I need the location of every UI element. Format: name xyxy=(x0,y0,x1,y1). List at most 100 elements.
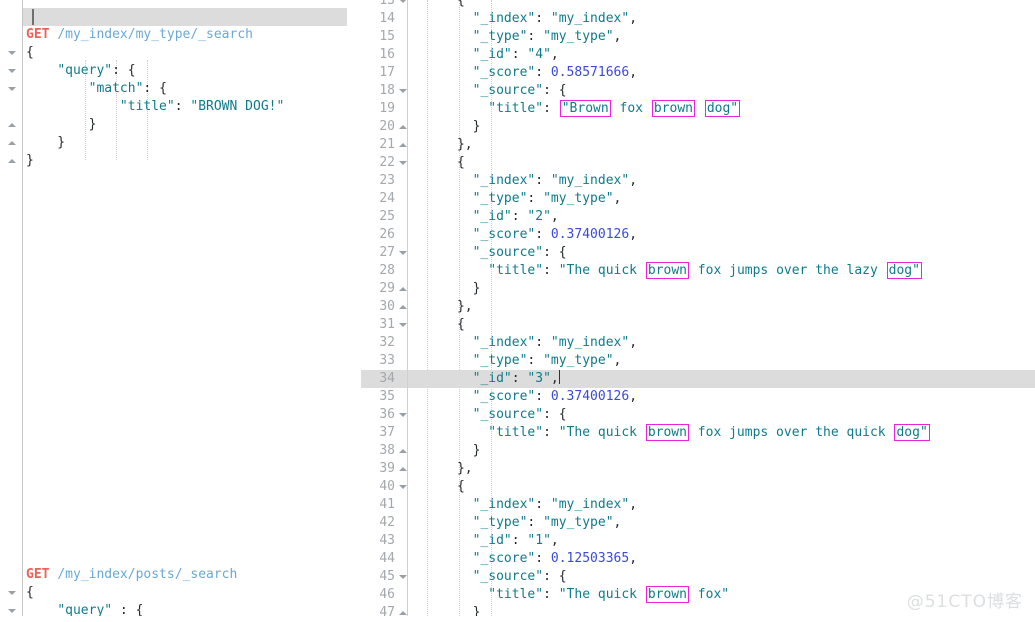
response-code-line[interactable]: { xyxy=(408,154,1035,172)
response-code-line[interactable]: "_type": "my_type", xyxy=(408,28,1035,46)
response-code-line[interactable]: "_score": 0.58571666, xyxy=(408,64,1035,82)
response-code-line[interactable]: "_id": "1", xyxy=(408,532,1035,550)
response-code-line[interactable]: "title": "The quick brown fox jumps over… xyxy=(408,262,1035,280)
fold-expand-icon[interactable] xyxy=(399,125,407,129)
code-token: : xyxy=(527,29,544,44)
request-fold-gutter[interactable] xyxy=(0,0,22,616)
code-token: , xyxy=(550,209,559,224)
request-code-area[interactable]: GET /my_index/my_type/_search{ "query": … xyxy=(23,0,347,616)
fold-expand-icon[interactable] xyxy=(399,467,407,471)
code-token: "_score" xyxy=(472,227,536,242)
fold-collapse-icon[interactable] xyxy=(399,323,407,327)
fold-collapse-icon[interactable] xyxy=(8,87,16,91)
response-code-line[interactable]: } xyxy=(408,118,1035,136)
request-code-line[interactable]: } xyxy=(23,152,347,170)
response-code-line[interactable]: }, xyxy=(408,298,1035,316)
code-token: /my_index/my_type/_search xyxy=(57,27,253,42)
response-line-number-gutter[interactable]: 13 14 15 16 17 18 19 20 21 22 23 24 25 26 27 28 29 30 31 32… xyxy=(361,0,407,620)
request-code-line[interactable]: } xyxy=(23,116,347,134)
response-code-line[interactable]: "_index": "my_index", xyxy=(408,334,1035,352)
response-code-line[interactable]: { xyxy=(408,478,1035,496)
fold-collapse-icon[interactable] xyxy=(399,485,407,489)
code-token: : xyxy=(527,515,544,530)
response-code-line[interactable]: "_source": { xyxy=(408,406,1035,424)
code-token: }, xyxy=(410,299,473,314)
response-code-line[interactable]: { xyxy=(408,316,1035,334)
request-code-line[interactable]: "query": { xyxy=(23,62,347,80)
request-code-line[interactable]: "query" : { xyxy=(23,602,347,616)
response-code-line[interactable]: "_score": 0.12503365, xyxy=(408,550,1035,568)
fold-collapse-icon[interactable] xyxy=(8,609,16,613)
response-code-line[interactable]: { xyxy=(408,0,1035,10)
fold-collapse-icon[interactable] xyxy=(8,69,16,73)
response-code-line[interactable]: "_type": "my_type", xyxy=(408,514,1035,532)
request-code-line[interactable]: "match": { xyxy=(23,80,347,98)
fold-expand-icon[interactable] xyxy=(399,305,407,309)
fold-expand-icon[interactable] xyxy=(399,287,407,291)
code-token: : xyxy=(535,389,551,404)
response-viewer[interactable]: 13 14 15 16 17 18 19 20 21 22 23 24 25 26 27 28 29 30 31 32… xyxy=(361,0,1035,620)
code-token: "title" xyxy=(488,587,544,602)
response-code-line[interactable]: "_index": "my_index", xyxy=(408,172,1035,190)
response-code-line[interactable]: "_id": "3", xyxy=(408,370,1035,388)
response-code-line[interactable]: "title": "The quick brown fox jumps over… xyxy=(408,424,1035,442)
fold-expand-icon[interactable] xyxy=(399,143,407,147)
fold-collapse-icon[interactable] xyxy=(8,591,16,595)
response-code-line[interactable]: "_index": "my_index", xyxy=(408,10,1035,28)
response-code-area[interactable]: { "_index": "my_index", "_type": "my_typ… xyxy=(408,0,1035,616)
fold-expand-icon[interactable] xyxy=(8,123,16,127)
line-number: 46 xyxy=(379,587,395,602)
fold-expand-icon[interactable] xyxy=(8,141,16,145)
line-number: 44 xyxy=(379,551,395,566)
code-token: "_score" xyxy=(472,65,536,80)
request-code-line[interactable]: "title": "BROWN DOG!" xyxy=(23,98,347,116)
fold-collapse-icon[interactable] xyxy=(399,161,407,165)
code-token: } xyxy=(26,135,66,150)
fold-collapse-icon[interactable] xyxy=(399,251,407,255)
code-token: : xyxy=(543,425,559,440)
response-code-line[interactable]: } xyxy=(408,280,1035,298)
response-code-line[interactable]: "_source": { xyxy=(408,82,1035,100)
code-token: GET xyxy=(26,567,58,582)
request-code-line[interactable]: GET /my_index/posts/_search xyxy=(23,566,347,584)
code-token: } xyxy=(410,605,481,616)
code-token: } xyxy=(410,281,481,296)
code-token: "query" xyxy=(57,603,113,616)
code-token: , xyxy=(550,371,559,386)
response-code-line[interactable]: "_type": "my_type", xyxy=(408,190,1035,208)
code-token: , xyxy=(629,227,638,242)
response-code-line[interactable]: "_index": "my_index", xyxy=(408,496,1035,514)
fold-collapse-icon[interactable] xyxy=(399,413,407,417)
fold-collapse-icon[interactable] xyxy=(399,89,407,93)
response-code-line[interactable]: }, xyxy=(408,136,1035,154)
fold-expand-icon[interactable] xyxy=(399,611,407,615)
request-code-line[interactable]: GET /my_index/my_type/_search xyxy=(23,26,347,44)
request-code-line[interactable] xyxy=(23,8,347,26)
response-code-line[interactable]: }, xyxy=(408,460,1035,478)
response-code-line[interactable]: "_score": 0.37400126, xyxy=(408,388,1035,406)
response-code-line[interactable]: "title": "Brown fox brown dog" xyxy=(408,100,1035,118)
code-token: /my_index/posts/_search xyxy=(57,567,238,582)
line-number: 20 xyxy=(379,119,395,134)
response-code-line[interactable]: "_id": "2", xyxy=(408,208,1035,226)
response-code-line[interactable]: "_score": 0.37400126, xyxy=(408,226,1035,244)
response-code-line[interactable]: "_source": { xyxy=(408,244,1035,262)
fold-expand-icon[interactable] xyxy=(8,159,16,163)
request-editor[interactable]: GET /my_index/my_type/_search{ "query": … xyxy=(0,0,361,616)
response-code-line[interactable]: "_id": "4", xyxy=(408,46,1035,64)
request-code-line[interactable]: { xyxy=(23,44,347,62)
fold-expand-icon[interactable] xyxy=(399,449,407,453)
response-code-line[interactable]: "_type": "my_type", xyxy=(408,352,1035,370)
fold-collapse-icon[interactable] xyxy=(8,51,16,55)
response-code-line[interactable]: "_source": { xyxy=(408,568,1035,586)
response-code-line[interactable]: } xyxy=(408,442,1035,460)
fold-collapse-icon[interactable] xyxy=(399,575,407,579)
request-code-line[interactable]: { xyxy=(23,584,347,602)
site-watermark: @51CTO博客 xyxy=(906,592,1023,612)
fold-collapse-icon[interactable] xyxy=(399,0,407,3)
request-code-line[interactable]: } xyxy=(23,134,347,152)
